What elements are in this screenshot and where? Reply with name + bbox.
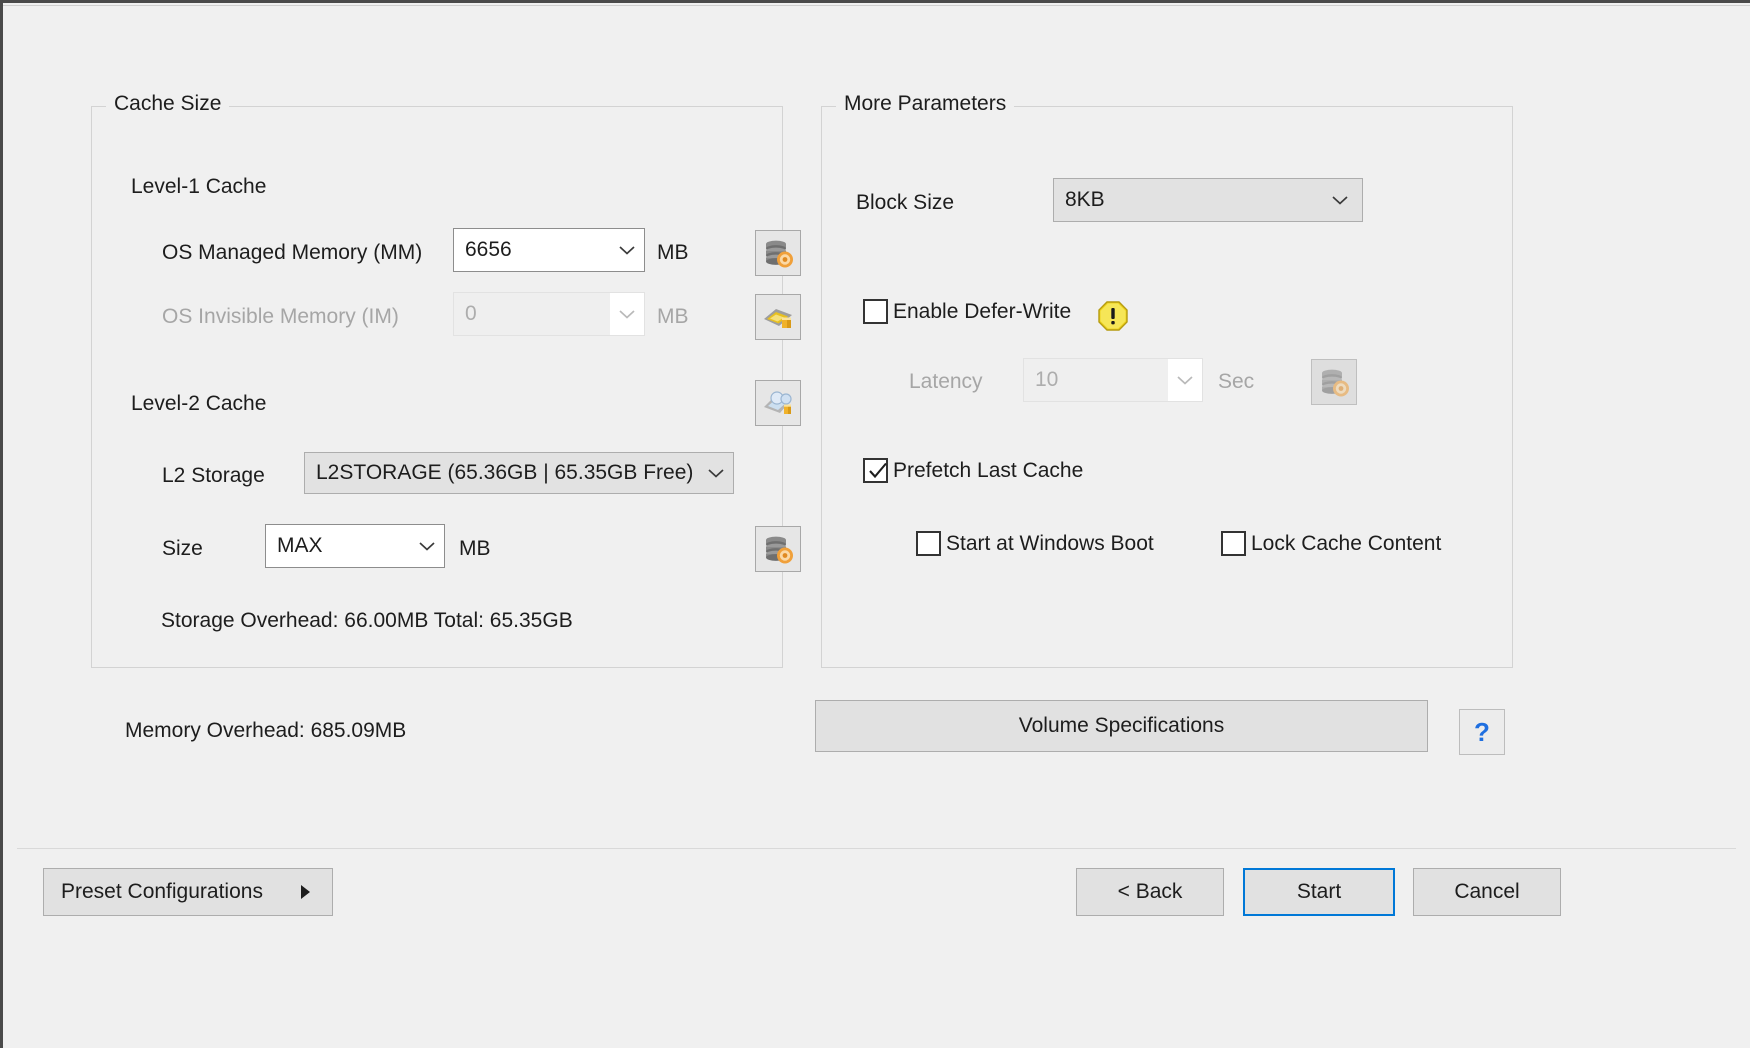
- os-invisible-memory-combo: 0: [453, 292, 645, 336]
- latency-value: 10: [1024, 359, 1168, 401]
- start-at-windows-boot-label: Start at Windows Boot: [946, 531, 1154, 555]
- enable-defer-write-label: Enable Defer-Write: [893, 299, 1072, 323]
- prefetch-last-cache-label: Prefetch Last Cache: [893, 458, 1084, 482]
- back-button-label: < Back: [1117, 880, 1183, 903]
- chevron-down-icon[interactable]: [1318, 194, 1362, 206]
- os-managed-memory-unit: MB: [657, 241, 689, 264]
- question-mark-icon-button[interactable]: ?: [1459, 709, 1505, 755]
- l2-storage-combo[interactable]: L2STORAGE (65.36GB | 65.35GB Free): [304, 452, 734, 494]
- group-cache-size-title: Cache Size: [106, 92, 230, 116]
- preset-configurations-label: Preset Configurations: [61, 880, 263, 903]
- memory-overhead-text: Memory Overhead: 685.09MB: [125, 719, 407, 742]
- chevron-down-icon: [610, 308, 644, 320]
- os-invisible-memory-label: OS Invisible Memory (IM): [162, 305, 399, 328]
- os-invisible-memory-unit: MB: [657, 305, 689, 328]
- back-button[interactable]: < Back: [1076, 868, 1224, 916]
- latency-combo: 10: [1023, 358, 1203, 402]
- preset-configurations-button[interactable]: Preset Configurations: [43, 868, 333, 916]
- dialog-page: Cache Size Level-1 Cache OS Managed Memo…: [3, 6, 1750, 1048]
- database-gear-icon: [766, 240, 793, 268]
- volume-specifications-label: Volume Specifications: [1018, 714, 1225, 737]
- disk-search-icon: [764, 391, 792, 414]
- block-size-value: 8KB: [1065, 188, 1105, 211]
- memory-module-icon-button-im[interactable]: [755, 294, 801, 340]
- database-gear-icon-button-mm[interactable]: [755, 230, 801, 276]
- database-gear-icon-button-latency: [1311, 359, 1357, 405]
- level2-cache-heading: Level-2 Cache: [131, 392, 267, 415]
- warning-icon: [1097, 300, 1129, 338]
- l2-size-combo[interactable]: MAX: [265, 524, 445, 568]
- caret-right-icon: [301, 885, 310, 899]
- window-border-top: [0, 0, 1750, 3]
- lock-cache-content-label: Lock Cache Content: [1251, 531, 1442, 555]
- enable-defer-write-checkbox[interactable]: Enable Defer-Write: [863, 299, 1071, 324]
- cancel-button-label: Cancel: [1454, 880, 1520, 903]
- footer-separator: [17, 848, 1736, 849]
- lock-cache-content-checkbox[interactable]: Lock Cache Content: [1221, 531, 1441, 556]
- database-gear-icon-button-size[interactable]: [755, 526, 801, 572]
- os-managed-memory-value: 6656: [465, 238, 512, 261]
- l2-storage-label: L2 Storage: [162, 464, 265, 487]
- cancel-button[interactable]: Cancel: [1413, 868, 1561, 916]
- start-button-label: Start: [1296, 880, 1342, 903]
- database-gear-icon: [766, 536, 793, 564]
- level1-cache-heading: Level-1 Cache: [131, 175, 267, 198]
- checkbox-box[interactable]: [1221, 531, 1246, 556]
- volume-specifications-button[interactable]: Volume Specifications: [815, 700, 1428, 752]
- l2-size-label: Size: [162, 537, 203, 560]
- chevron-down-icon[interactable]: [410, 540, 444, 552]
- block-size-combo[interactable]: 8KB: [1053, 178, 1363, 222]
- checkbox-box[interactable]: [863, 458, 888, 483]
- os-invisible-memory-value: 0: [454, 293, 610, 335]
- database-gear-icon: [1322, 369, 1349, 397]
- check-icon: [869, 462, 887, 479]
- checkbox-box[interactable]: [863, 299, 888, 324]
- latency-label: Latency: [909, 370, 983, 393]
- question-mark-icon: ?: [1474, 716, 1490, 747]
- os-managed-memory-combo[interactable]: 6656: [453, 228, 645, 272]
- start-at-windows-boot-checkbox[interactable]: Start at Windows Boot: [916, 531, 1154, 556]
- block-size-label: Block Size: [856, 191, 955, 214]
- chevron-down-icon[interactable]: [699, 467, 733, 479]
- start-button[interactable]: Start: [1243, 868, 1395, 916]
- prefetch-last-cache-checkbox[interactable]: Prefetch Last Cache: [863, 458, 1083, 483]
- chevron-down-icon[interactable]: [610, 244, 644, 256]
- storage-overhead-total-text: Storage Overhead: 66.00MB Total: 65.35GB: [161, 609, 573, 632]
- chevron-down-icon: [1168, 374, 1202, 386]
- memory-module-icon: [764, 309, 792, 328]
- checkbox-box[interactable]: [916, 531, 941, 556]
- l2-size-unit: MB: [459, 537, 491, 560]
- l2-storage-value: L2STORAGE (65.36GB | 65.35GB Free): [316, 461, 694, 484]
- latency-unit: Sec: [1218, 370, 1255, 393]
- l2-size-value: MAX: [277, 534, 323, 557]
- disk-search-icon-button[interactable]: [755, 380, 801, 426]
- group-more-parameters-title: More Parameters: [836, 92, 1015, 116]
- os-managed-memory-label: OS Managed Memory (MM): [162, 241, 423, 264]
